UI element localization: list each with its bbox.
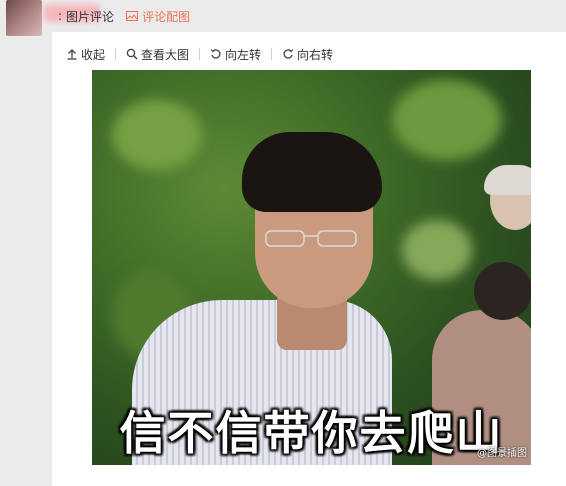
comment-image-link[interactable]: 评论配图 xyxy=(126,8,190,25)
comment-image-label: 评论配图 xyxy=(142,9,191,24)
toolbar-divider xyxy=(199,48,201,60)
view-large-label: 查看大图 xyxy=(141,47,190,62)
meta-colon: : xyxy=(58,9,63,23)
meme-image[interactable]: 信不信带你去爬山 @图景插图 xyxy=(92,70,531,465)
view-large-button[interactable]: 查看大图 xyxy=(126,46,189,63)
collapse-label: 收起 xyxy=(81,47,106,62)
search-icon xyxy=(126,48,138,60)
background-woman-hair xyxy=(474,262,531,320)
comment-meta: : 图片评论 评论配图 xyxy=(58,8,190,24)
background-foliage xyxy=(112,100,202,170)
image-watermark: @图景插图 xyxy=(477,448,527,459)
rotate-right-icon xyxy=(283,49,294,59)
background-foliage xyxy=(392,80,502,160)
rotate-left-label: 向左转 xyxy=(225,47,262,62)
image-toolbar: 收起 查看大图 向左转 向右转 xyxy=(66,44,333,64)
image-icon xyxy=(126,11,139,21)
toolbar-divider xyxy=(115,48,117,60)
collapse-button[interactable]: 收起 xyxy=(66,46,105,63)
arrow-up-icon xyxy=(67,49,77,60)
glasses xyxy=(265,230,357,247)
background-elder-hair xyxy=(484,165,531,195)
image-viewer-panel: 收起 查看大图 向左转 向右转 信不信带你去爬山 @图景插图 xyxy=(52,32,566,486)
rotate-right-label: 向右转 xyxy=(297,47,334,62)
meme-caption: 信不信带你去爬山 xyxy=(119,406,504,460)
rotate-right-button[interactable]: 向右转 xyxy=(282,46,333,63)
picture-comment-label: 图片评论 xyxy=(66,9,115,24)
man-hair xyxy=(242,132,382,212)
rotate-left-button[interactable]: 向左转 xyxy=(210,46,261,63)
rotate-left-icon xyxy=(210,49,221,59)
avatar[interactable] xyxy=(6,0,42,36)
toolbar-divider xyxy=(271,48,273,60)
background-foliage xyxy=(402,220,472,280)
